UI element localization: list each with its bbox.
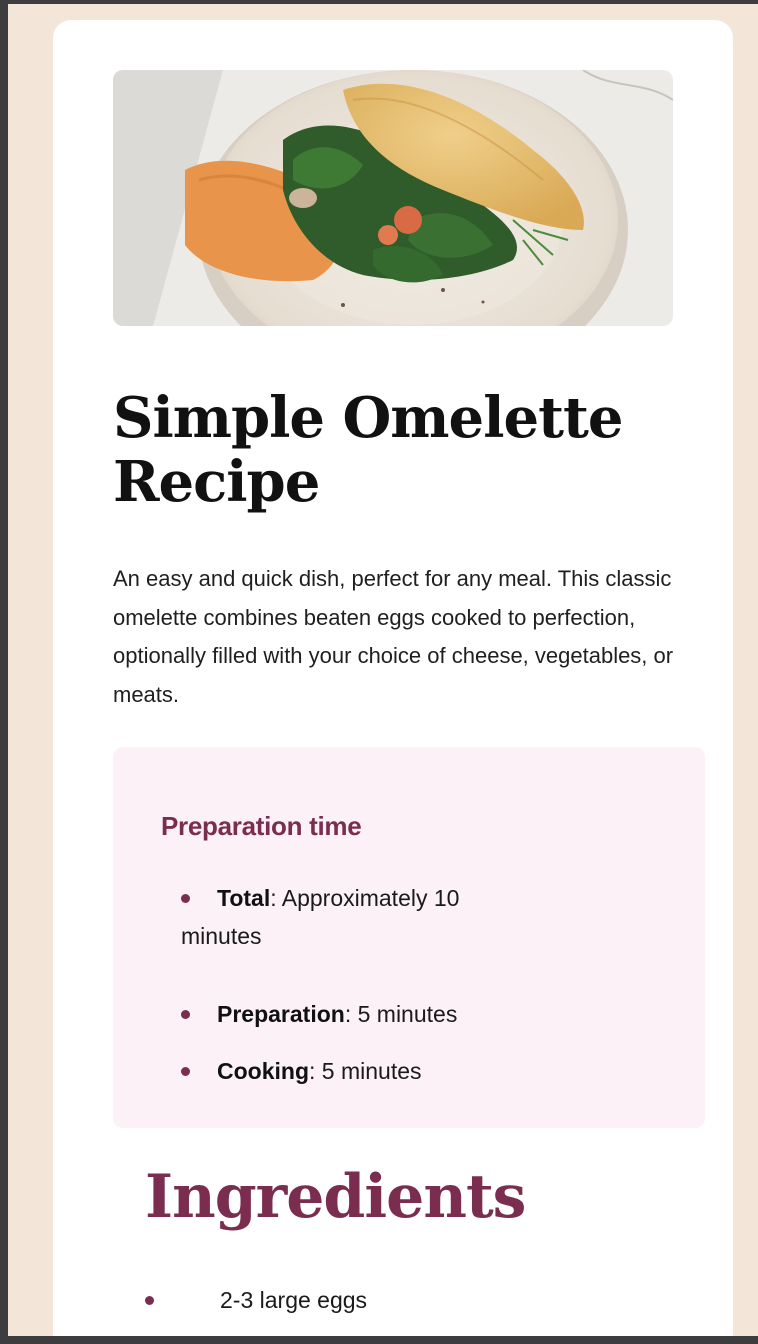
recipe-description: An easy and quick dish, perfect for any … <box>113 566 674 707</box>
bullet-icon <box>181 894 190 903</box>
list-item: Cooking: 5 minutes <box>181 1052 521 1090</box>
list-item: Total: Approximately 10 minutes <box>181 879 521 955</box>
preparation-time-list: Total: Approximately 10 minutes Preparat… <box>113 747 705 1128</box>
hero-image <box>113 70 673 326</box>
ingredients-heading: Ingredients <box>145 1162 526 1232</box>
ingredient-list-item: 2-3 large eggs <box>145 1282 545 1318</box>
ingredient-text: 2-3 large eggs <box>220 1287 368 1313</box>
bullet-icon <box>145 1296 154 1305</box>
omelette-plate-illustration <box>113 70 673 326</box>
prep-value: : 5 minutes <box>344 1001 458 1027</box>
recipe-title: Simple Omelette Recipe <box>113 385 623 515</box>
list-item: Preparation: 5 minutes <box>181 995 521 1033</box>
preparation-time-box: Preparation time Total: Approximately 10… <box>113 747 705 1128</box>
prep-label: Preparation <box>217 1001 345 1027</box>
bullet-icon <box>181 1067 190 1076</box>
bullet-icon <box>181 1010 190 1019</box>
prep-label: Total <box>217 885 271 911</box>
prep-value: : 5 minutes <box>309 1058 422 1084</box>
recipe-card: Simple Omelette Recipe An easy and quick… <box>53 20 733 1344</box>
prep-label: Cooking <box>217 1058 309 1084</box>
